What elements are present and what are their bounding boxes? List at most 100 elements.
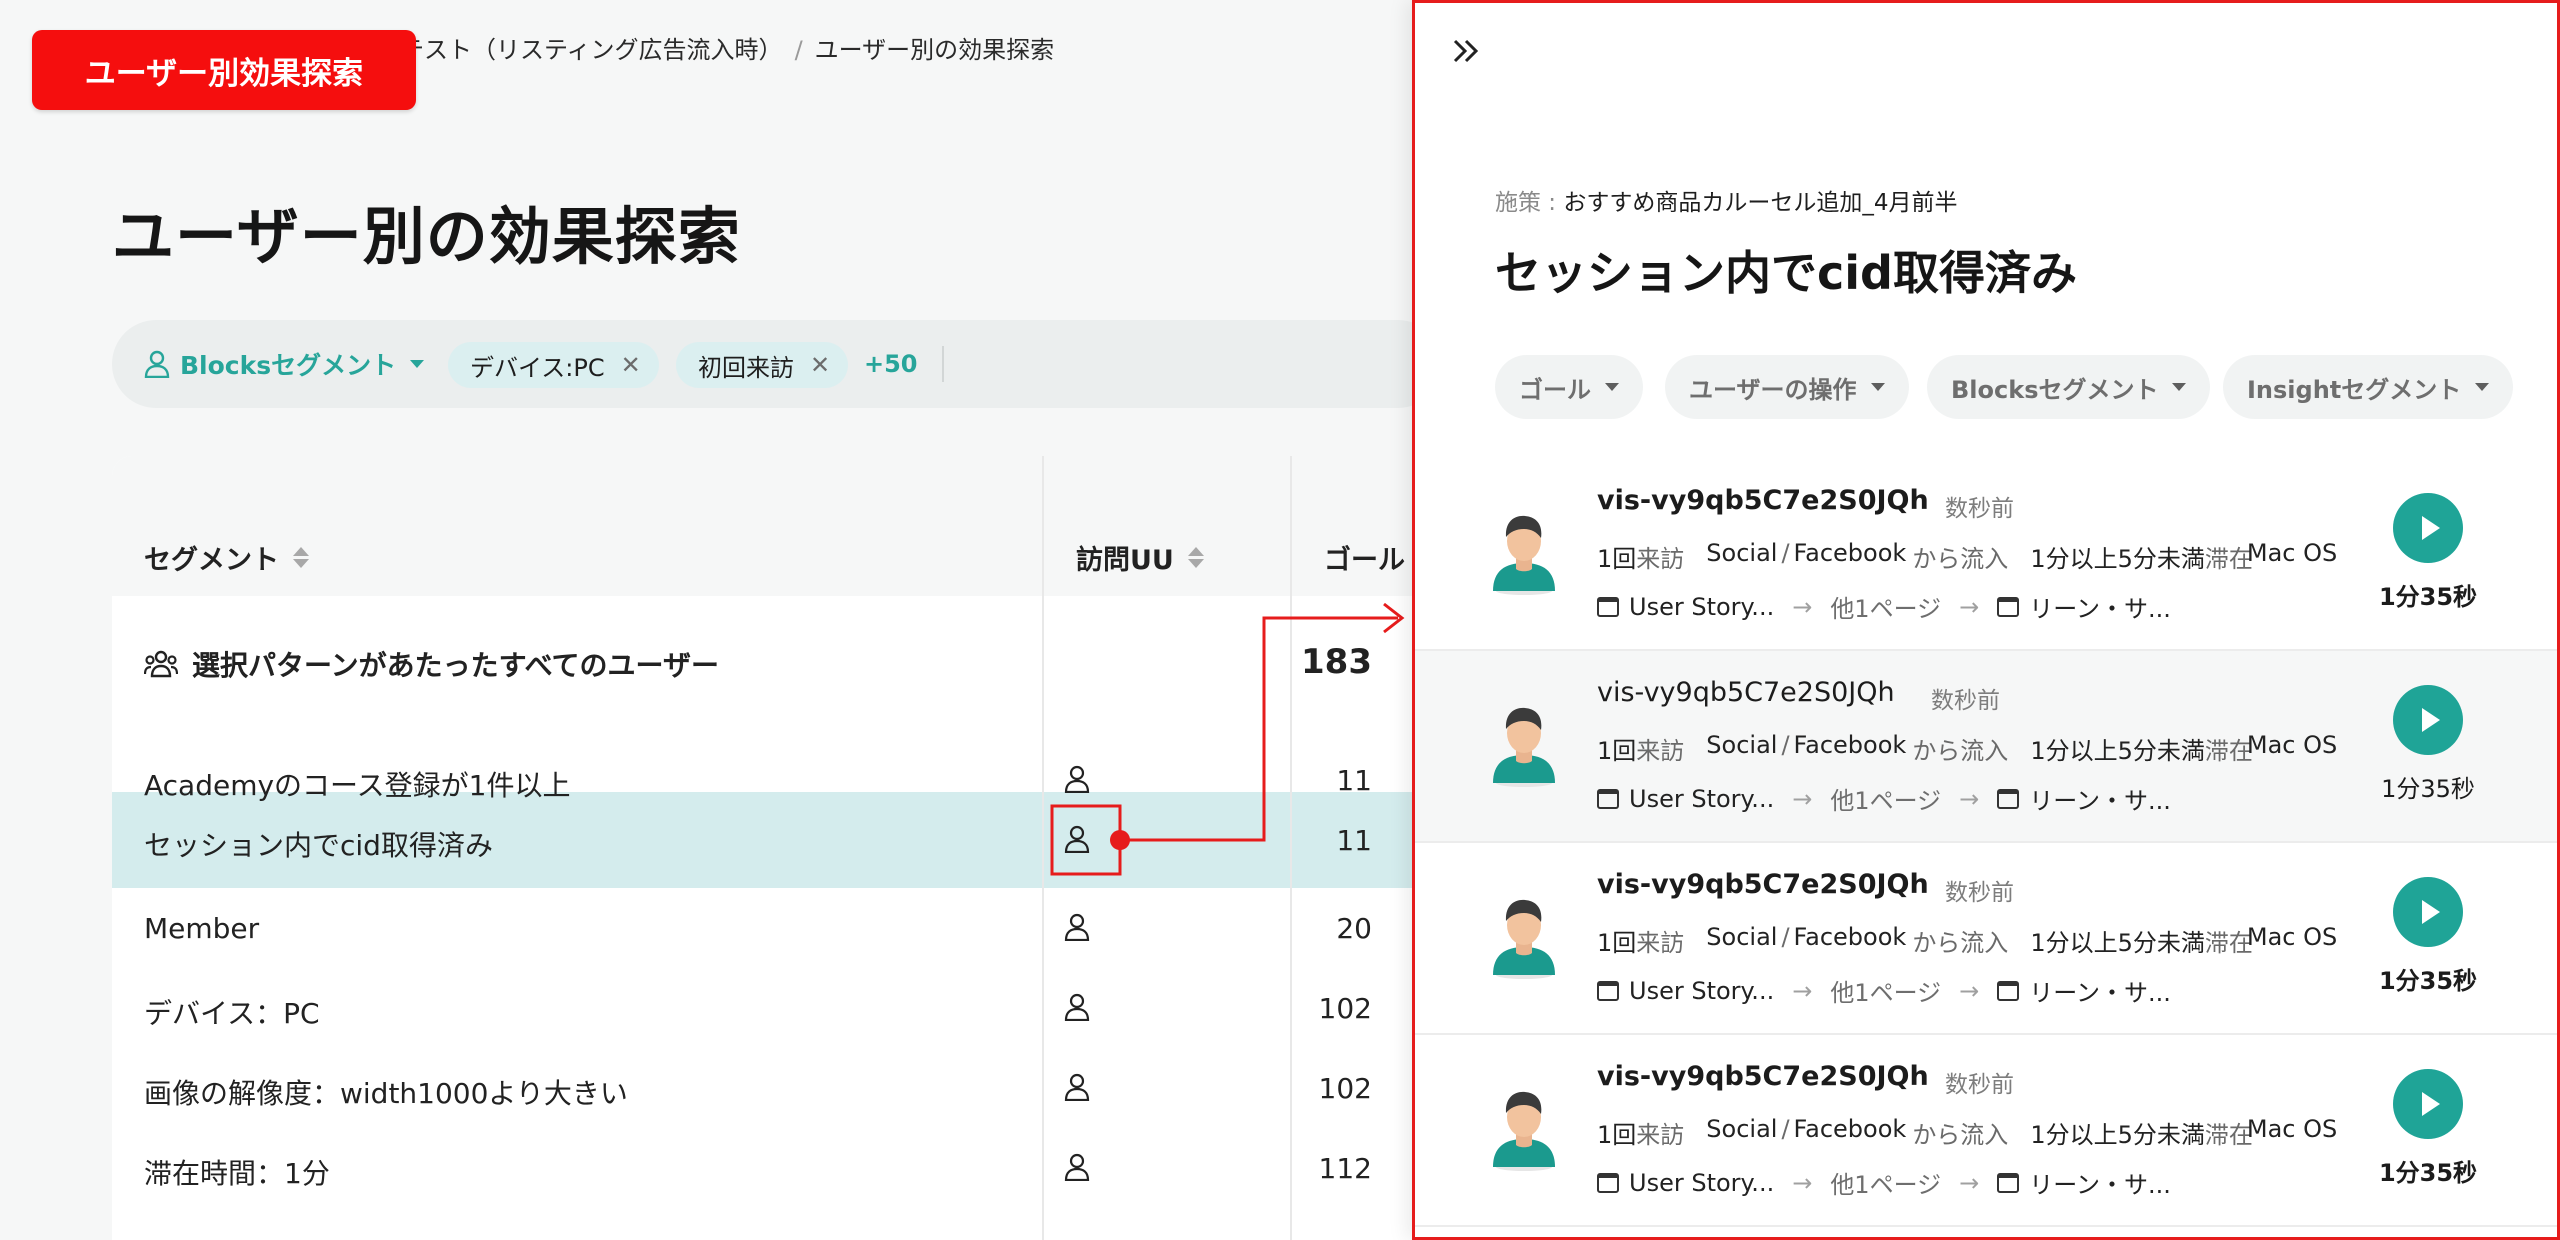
more-filters-count[interactable]: +50	[864, 350, 918, 378]
page-from: User Story...	[1629, 784, 1775, 813]
close-icon[interactable]: ✕	[810, 351, 830, 379]
source-separator: /	[1781, 1115, 1790, 1143]
sort-icon[interactable]	[1187, 547, 1204, 568]
users-group-icon	[144, 650, 178, 678]
panel-filter-insight-segment[interactable]: Insightセグメント	[2223, 355, 2514, 419]
play-button[interactable]	[2393, 493, 2463, 563]
total-value: 183	[1301, 642, 1372, 682]
os-name: Mac OS	[2246, 923, 2338, 951]
filter-bar: Blocksセグメント デバイス:PC ✕ 初回来訪 ✕ +50	[112, 320, 1442, 408]
breadcrumb-separator: /	[794, 36, 803, 64]
filter-chip-device[interactable]: デバイス:PC ✕	[448, 342, 659, 388]
arrow-right-icon: →	[1959, 976, 1980, 1005]
filter-chip-first-visit[interactable]: 初回来訪 ✕	[676, 342, 849, 388]
stay-suffix: 滞在	[2204, 545, 2253, 573]
page-icon	[1997, 788, 2020, 809]
panel-filter-blocks-segment[interactable]: Blocksセグメント	[1927, 355, 2211, 419]
play-icon	[2421, 900, 2440, 924]
visitor-id[interactable]: vis-vy9qb5C7e2S0JQh	[1597, 869, 1929, 900]
page-middle: 他1ページ	[1830, 595, 1942, 623]
visit-uu-value: 20	[1336, 912, 1372, 945]
arrow-right-icon: →	[1792, 784, 1813, 813]
column-header-label: セグメント	[144, 545, 279, 576]
visitor-id[interactable]: vis-vy9qb5C7e2S0JQh	[1597, 677, 1895, 708]
visitor-row[interactable]: vis-vy9qb5C7e2S0JQh 数秒前 1回 来訪 Social / Faceboo…	[1415, 651, 2557, 843]
panel-filter-label: ユーザーの操作	[1689, 375, 1857, 404]
breadcrumb-parent[interactable]: テスト（リスティング広告流入時）	[400, 36, 783, 64]
source-suffix: から流入	[1912, 929, 2009, 957]
page-icon	[1997, 1172, 2020, 1193]
page-middle: 他1ページ	[1830, 1171, 1942, 1199]
page-to: リーン・サ...	[2029, 979, 2171, 1007]
visitor-side-panel: 施策 : おすすめ商品カルーセル追加_4月前半 セッション内でcid取得済み ゴ…	[1412, 0, 2560, 1240]
table-header	[112, 456, 1442, 596]
source-detail: Facebook	[1793, 1115, 1907, 1143]
segment-name: セッション内でcid取得済み	[144, 829, 493, 862]
segment-dropdown[interactable]: Blocksセグメント	[144, 344, 425, 384]
table-row[interactable]: 滞在時間：1分 112	[112, 1128, 1442, 1208]
measure-label: 施策 :	[1495, 190, 1564, 216]
arrow-right-icon: →	[1959, 784, 1980, 813]
table-row[interactable]: 画像の解像度：width1000より大きい 102	[112, 1048, 1442, 1128]
column-header-goal[interactable]: ゴール	[1324, 538, 1405, 577]
table-row[interactable]: Member 20	[112, 888, 1442, 968]
column-header-segment[interactable]: セグメント	[144, 538, 309, 577]
source-channel: Social	[1706, 731, 1778, 759]
visit-count: 1回	[1597, 737, 1637, 765]
play-button[interactable]	[2393, 877, 2463, 947]
table-row[interactable]: セッション内でcid取得済み 11	[112, 792, 1442, 888]
visit-count: 1回	[1597, 545, 1637, 573]
stay-duration: 1分以上5分未満	[2030, 737, 2205, 765]
visitor-row[interactable]: vis-vy9qb5C7e2S0JQh 数秒前 1回 来訪 Social / Faceboo…	[1415, 1035, 2557, 1227]
table-row[interactable]: デバイス：PC 102	[112, 968, 1442, 1048]
visitor-row[interactable]: vis-vy9qb5C7e2S0JQh 数秒前 1回 来訪 Social / Faceboo…	[1415, 843, 2557, 1035]
panel-filter-user-action[interactable]: ユーザーの操作	[1665, 355, 1909, 419]
visit-count-suffix: 来訪	[1636, 1121, 1685, 1149]
avatar	[1489, 889, 1559, 981]
play-button[interactable]	[2393, 685, 2463, 755]
visit-uu-value: 102	[1318, 1072, 1372, 1105]
os-name: Mac OS	[2246, 539, 2338, 567]
breadcrumb-current: ユーザー別の効果探索	[814, 36, 1055, 64]
visitor-id[interactable]: vis-vy9qb5C7e2S0JQh	[1597, 485, 1929, 516]
panel-filter-goal[interactable]: ゴール	[1495, 355, 1643, 419]
user-icon	[144, 350, 170, 378]
visit-count: 1回	[1597, 1121, 1637, 1149]
annotation-label: ユーザー別効果探索	[32, 30, 416, 110]
source-channel: Social	[1706, 923, 1778, 951]
segment-name: 画像の解像度：width1000より大きい	[144, 1077, 628, 1110]
stay-duration: 1分以上5分未満	[2030, 545, 2205, 573]
avatar	[1489, 1081, 1559, 1173]
sort-icon[interactable]	[293, 547, 309, 568]
table-row-total[interactable]: 選択パターンがあたったすべてのユーザー 183	[112, 634, 1442, 694]
stay-duration: 1分以上5分未満	[2030, 929, 2205, 957]
panel-filter-label: Insightセグメント	[2247, 375, 2462, 404]
measure-value: おすすめ商品カルーセル追加_4月前半	[1563, 190, 1958, 216]
visit-uu-value: 11	[1336, 824, 1372, 857]
visited-pages: User Story... → 他1ページ → リーン・サ...	[1597, 1165, 2171, 1200]
source-separator: /	[1781, 539, 1790, 567]
column-header-visits[interactable]: 訪問UU	[1076, 538, 1204, 577]
visitor-meta: 1回 来訪 Social / Facebook から流入 1分以上5分未満 滞在 Mac OS	[1597, 1115, 2337, 1150]
page-icon	[1997, 980, 2020, 1001]
page-from: User Story...	[1629, 1168, 1775, 1197]
stay-duration: 1分以上5分未満	[2030, 1121, 2205, 1149]
play-button[interactable]	[2393, 1069, 2463, 1139]
visitor-time: 数秒前	[1945, 496, 2014, 522]
visit-count-suffix: 来訪	[1636, 545, 1685, 573]
column-header-label: ゴール	[1324, 545, 1405, 576]
collapse-panel-icon[interactable]	[1449, 33, 1485, 69]
close-icon[interactable]: ✕	[621, 351, 641, 379]
visitor-time: 数秒前	[1931, 688, 2000, 714]
visit-count-suffix: 来訪	[1636, 737, 1685, 765]
visitor-row[interactable]: vis-vy9qb5C7e2S0JQh 数秒前 1回 来訪 Social / Faceboo…	[1415, 459, 2557, 651]
visitor-id[interactable]: vis-vy9qb5C7e2S0JQh	[1597, 1061, 1929, 1092]
visitor-time: 数秒前	[1945, 1072, 2014, 1098]
stay-suffix: 滞在	[2204, 929, 2253, 957]
page-middle: 他1ページ	[1830, 979, 1942, 1007]
page-icon	[1597, 980, 1619, 1001]
page-to: リーン・サ...	[2029, 787, 2171, 815]
segment-dropdown-label: Blocksセグメント	[180, 351, 397, 380]
measure-line: 施策 : おすすめ商品カルーセル追加_4月前半	[1495, 183, 1958, 217]
source-channel: Social	[1706, 539, 1778, 567]
